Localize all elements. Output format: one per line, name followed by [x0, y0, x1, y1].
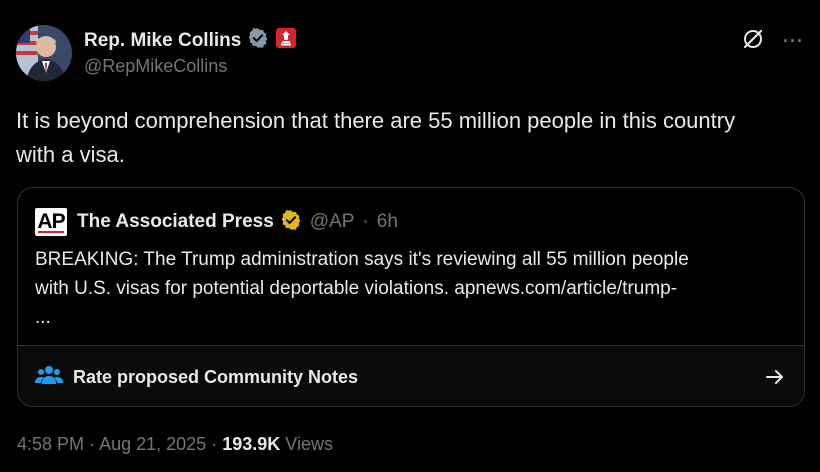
more-options-icon[interactable]: ··· [783, 31, 804, 52]
quoted-tweet-text: BREAKING: The Trump administration says … [35, 245, 790, 332]
gold-verified-badge-icon[interactable] [280, 209, 302, 236]
tweet-metadata: 4:58 PM · Aug 21, 2025 · 193.9K Views [17, 434, 333, 455]
avatar[interactable] [16, 25, 72, 81]
quoted-avatar[interactable]: AP [35, 208, 67, 236]
quoted-author-name[interactable]: The Associated Press [77, 211, 274, 233]
quoted-handle[interactable]: @AP [310, 211, 355, 233]
tweet-time[interactable]: 4:58 PM [17, 434, 84, 454]
community-notes-label: Rate proposed Community Notes [73, 366, 359, 387]
meta-separator: · [211, 434, 218, 454]
quoted-text-line: with U.S. visas for potential deportable… [35, 278, 678, 299]
tweet-text: It is beyond comprehension that there ar… [16, 108, 736, 167]
quoted-tweet[interactable]: AP The Associated Press @AP · 6h BREAKIN… [17, 187, 805, 407]
views-count[interactable]: 193.9K [222, 434, 280, 454]
grok-icon[interactable] [741, 27, 765, 56]
people-icon [35, 364, 63, 391]
government-affiliate-icon[interactable] [275, 27, 297, 54]
quoted-text-ellipsis: ... [35, 307, 51, 328]
ap-logo-text: AP [37, 210, 65, 233]
quoted-time[interactable]: 6h [377, 211, 398, 233]
author-name-row: Rep. Mike Collins [84, 27, 297, 54]
views-label: Views [285, 434, 333, 454]
quoted-separator: · [362, 211, 369, 232]
community-notes-button[interactable]: Rate proposed Community Notes [18, 346, 804, 406]
quoted-text-line: BREAKING: The Trump administration says … [35, 249, 689, 270]
tweet-actions-top: ··· [741, 27, 804, 56]
avatar-image [16, 25, 72, 81]
author-handle[interactable]: @RepMikeCollins [84, 56, 227, 77]
meta-separator: · [89, 434, 96, 454]
quoted-tweet-header: AP The Associated Press @AP · 6h [35, 208, 398, 236]
tweet-date[interactable]: Aug 21, 2025 [99, 434, 206, 454]
author-name[interactable]: Rep. Mike Collins [84, 30, 241, 52]
verified-badge-icon[interactable] [247, 27, 269, 54]
arrow-right-icon [764, 366, 786, 393]
